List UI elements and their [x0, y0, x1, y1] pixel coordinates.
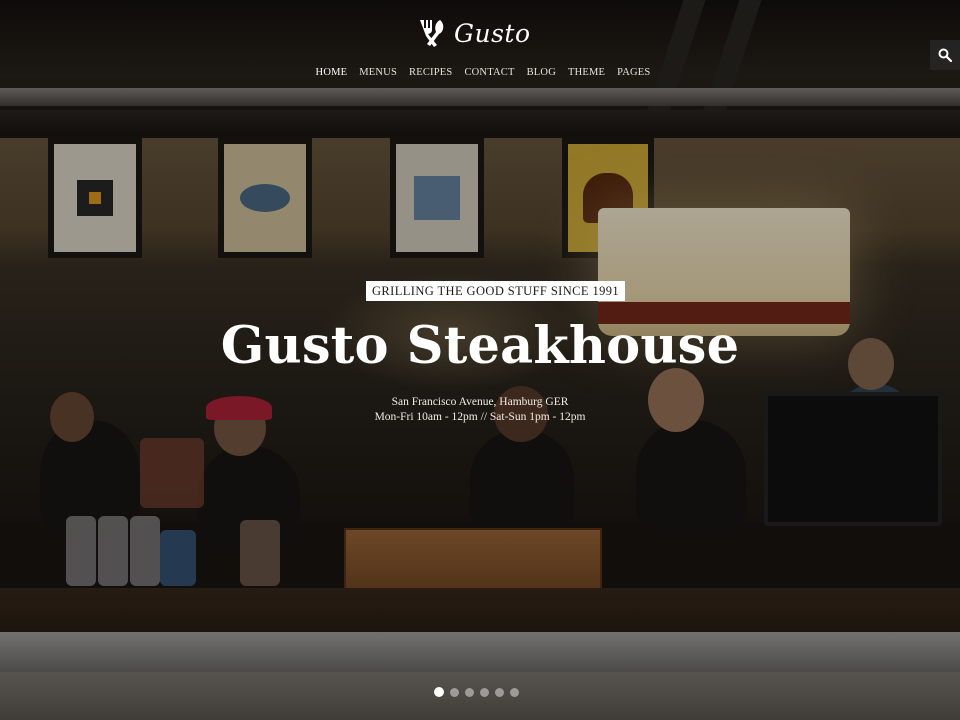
- slider-dot-6[interactable]: [510, 687, 519, 697]
- slider-dot-4[interactable]: [480, 687, 489, 697]
- search-icon: [938, 48, 952, 62]
- hero-title: Gusto Steakhouse: [220, 316, 740, 376]
- nav-menus[interactable]: MENUS: [359, 67, 397, 78]
- nav-recipes[interactable]: RECIPES: [409, 67, 452, 78]
- fork-knife-icon: [420, 20, 444, 47]
- search-button[interactable]: [930, 40, 960, 70]
- slider-dot-1[interactable]: [434, 687, 444, 697]
- brand-name: Gusto: [454, 18, 531, 48]
- hero-tagline: GRILLING THE GOOD STUFF SINCE 1991: [366, 281, 626, 301]
- slider-pagination: [434, 687, 519, 697]
- main-nav: HOME MENUS RECIPES CONTACT BLOG THEME PA…: [0, 67, 960, 78]
- nav-blog[interactable]: BLOG: [527, 67, 556, 78]
- slider-dot-5[interactable]: [495, 687, 504, 697]
- nav-theme[interactable]: THEME: [568, 67, 605, 78]
- nav-home[interactable]: HOME: [316, 67, 348, 78]
- nav-pages[interactable]: PAGES: [617, 67, 650, 78]
- slider-dot-3[interactable]: [465, 687, 474, 697]
- site-logo[interactable]: Gusto: [418, 18, 531, 48]
- nav-contact[interactable]: CONTACT: [464, 67, 514, 78]
- slider-dot-2[interactable]: [450, 687, 459, 697]
- hero-hours: Mon-Fri 10am - 12pm // Sat-Sun 1pm - 12p…: [374, 411, 586, 423]
- hero-address: San Francisco Avenue, Hamburg GER: [391, 396, 569, 408]
